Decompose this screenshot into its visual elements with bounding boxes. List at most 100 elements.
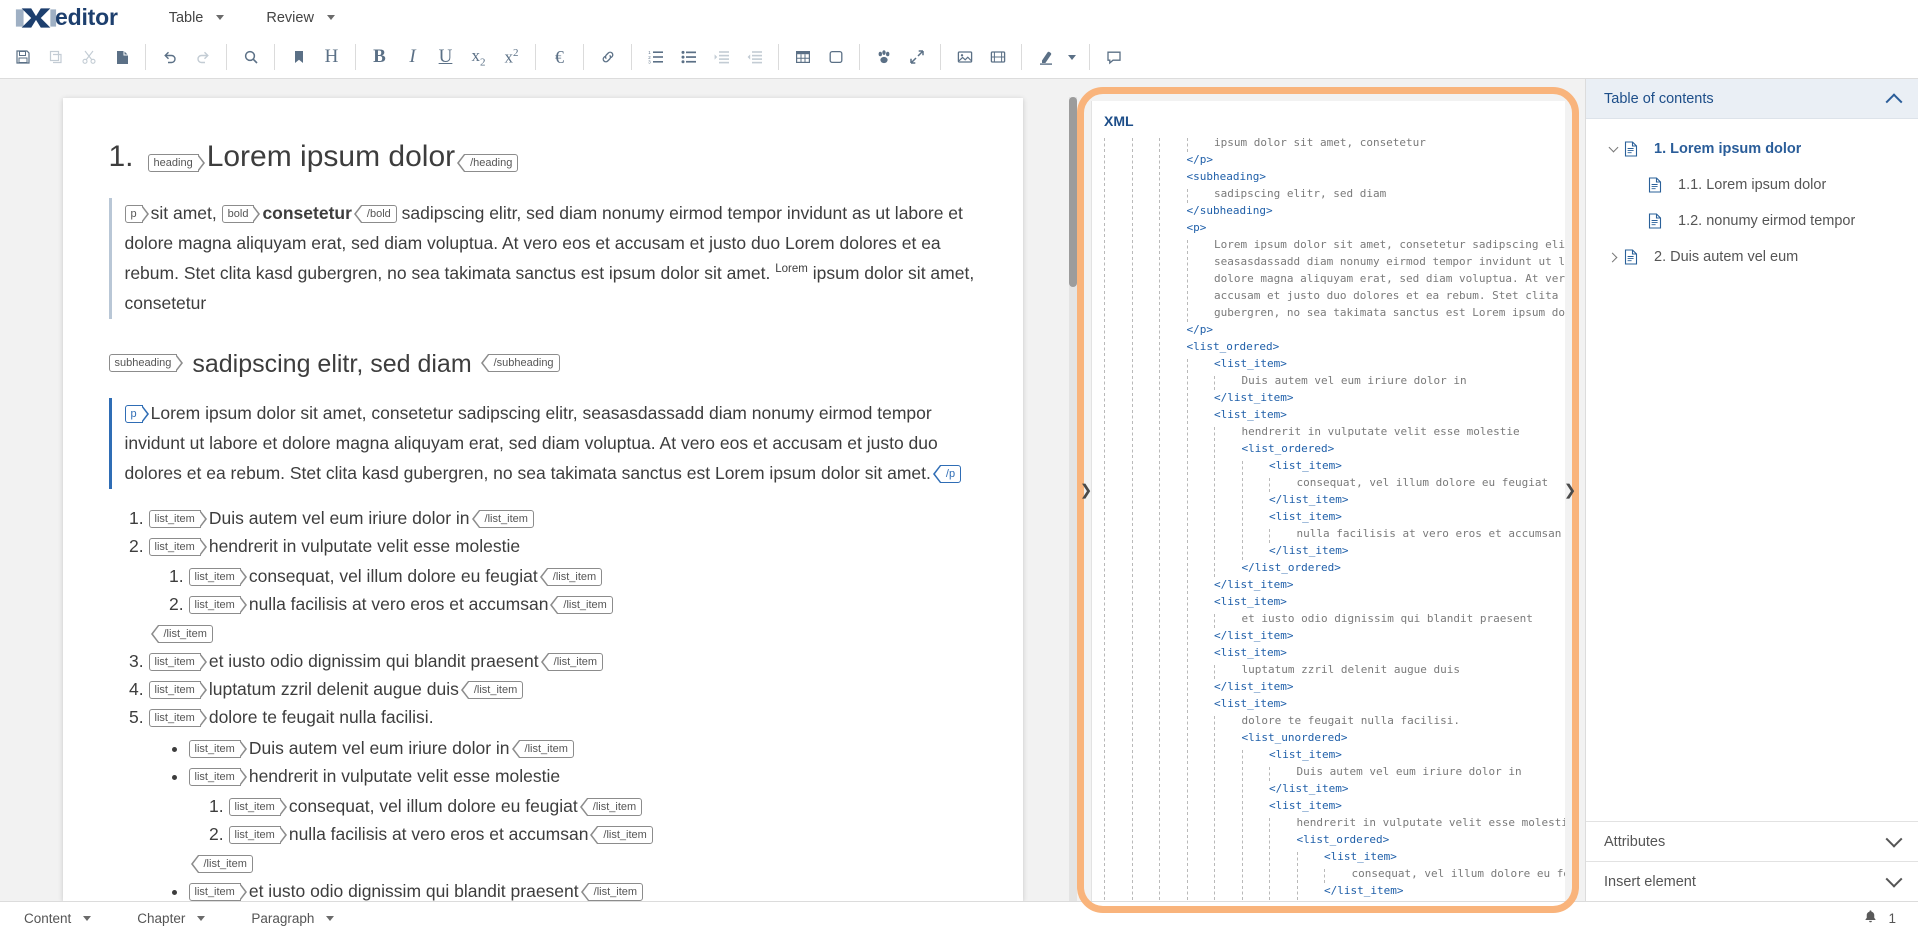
outdent-button[interactable] — [738, 42, 771, 72]
highlight-color-dropdown[interactable] — [1062, 42, 1082, 72]
link-button[interactable] — [591, 42, 624, 72]
tag-p-close-selected[interactable]: /p — [932, 465, 962, 484]
tag-subheading-close[interactable]: /subheading — [480, 353, 560, 372]
heading-button[interactable]: H — [315, 42, 348, 72]
tag-list-item-close[interactable]: /list_item — [590, 826, 653, 845]
subheading-1[interactable]: subheading sadipscing elitr, sed diam /s… — [108, 349, 977, 380]
tag-list-item-close[interactable]: /list_item — [540, 652, 604, 671]
tag-list-item-open[interactable]: list_item — [148, 509, 208, 528]
document-page[interactable]: 1. heading Lorem ipsum dolor /heading ps… — [62, 98, 1023, 901]
tag-list-item-open[interactable]: list_item — [228, 798, 288, 817]
subscript-button[interactable]: x2 — [462, 42, 495, 72]
status-item-chapter[interactable]: Chapter — [137, 911, 206, 926]
chevron-right-icon[interactable] — [1602, 252, 1624, 262]
tag-heading-close[interactable]: /heading — [457, 154, 519, 172]
xml-panel[interactable]: XML ipsum dolor sit amet, consetetur </p… — [1091, 101, 1565, 901]
tag-subheading-open[interactable]: subheading — [108, 353, 184, 372]
tag-list-item-open[interactable]: list_item — [188, 767, 248, 786]
toc-item-2[interactable]: 1.2. nonumy eirmod tempor — [1586, 203, 1918, 239]
comment-button[interactable] — [1097, 42, 1130, 72]
tag-list-item-close[interactable]: /list_item — [579, 798, 643, 817]
italic-button[interactable]: I — [396, 42, 429, 72]
heading-1[interactable]: 1. heading Lorem ipsum dolor /heading — [109, 138, 977, 176]
tag-list-item-close[interactable]: /list_item — [550, 596, 613, 615]
redo-button[interactable] — [186, 42, 219, 72]
insert-image-button[interactable] — [948, 42, 981, 72]
tag-list-item-close[interactable]: /list_item — [471, 509, 534, 528]
toc-item-1[interactable]: 1.1. Lorem ipsum dolor — [1586, 167, 1918, 203]
list-item[interactable]: list_itemhendrerit in vulputate velit es… — [188, 763, 977, 876]
list-item[interactable]: list_itemconsequat, vel illum dolore eu … — [228, 793, 977, 819]
list-item[interactable]: list_itemnulla facilisis at vero eros et… — [188, 591, 977, 617]
tag-list-item-open[interactable]: list_item — [148, 709, 208, 728]
paragraph-2[interactable]: p Lorem ipsum dolor sit amet, consetetur … — [108, 397, 977, 489]
bookmark-button[interactable] — [282, 42, 315, 72]
tag-list-item-open[interactable]: list_item — [228, 826, 288, 845]
insert-table-button[interactable] — [786, 42, 819, 72]
attributes-panel-header[interactable]: Attributes — [1586, 821, 1918, 861]
xml-source-code[interactable]: ipsum dolor sit amet, consetetur </p> <s… — [1092, 135, 1565, 901]
tag-bold-open[interactable]: bold — [221, 204, 261, 223]
chevron-up-icon[interactable] — [1885, 92, 1903, 110]
tag-list-item-open[interactable]: list_item — [188, 882, 248, 901]
insert-video-button[interactable] — [981, 42, 1014, 72]
tag-list-item-open[interactable]: list_item — [148, 681, 208, 700]
paste-button[interactable] — [105, 42, 138, 72]
cut-button[interactable] — [72, 42, 105, 72]
underline-button[interactable]: U — [429, 42, 462, 72]
chevron-down-icon[interactable] — [1885, 830, 1903, 848]
tag-list-item-open[interactable]: list_item — [148, 537, 208, 556]
fullscreen-button[interactable] — [900, 42, 933, 72]
tag-list-item-close[interactable]: /list_item — [190, 854, 253, 873]
tag-bold-close[interactable]: /bold — [353, 204, 397, 223]
list-item[interactable]: list_itemet iusto odio dignissim qui bla… — [148, 648, 977, 674]
list-item[interactable]: list_itemdolore te feugait nulla facilis… — [148, 704, 977, 901]
tag-list-item-open[interactable]: list_item — [188, 568, 248, 587]
bold-button[interactable]: B — [363, 42, 396, 72]
tag-list-item-close[interactable]: /list_item — [150, 624, 213, 643]
undo-button[interactable] — [153, 42, 186, 72]
track-changes-button[interactable] — [867, 42, 900, 72]
document-scrollbar-thumb[interactable] — [1069, 97, 1077, 287]
list-item[interactable]: list_itemnulla facilisis at vero eros et… — [228, 821, 977, 847]
menu-item-review[interactable]: Review — [257, 10, 344, 26]
tag-list-item-open[interactable]: list_item — [188, 596, 248, 615]
list-item[interactable]: list_itemet iusto odio dignissim qui bla… — [188, 878, 977, 901]
tag-p-open-selected[interactable]: p — [124, 404, 149, 423]
indent-button[interactable] — [705, 42, 738, 72]
toc-panel-header[interactable]: Table of contents — [1586, 79, 1918, 119]
toc-item-3[interactable]: 2. Duis autem vel eum — [1586, 239, 1918, 275]
collapse-right-handle[interactable]: ❯ — [1563, 479, 1577, 501]
list-item[interactable]: list_itemluptatum zzril delenit augue du… — [148, 676, 977, 702]
save-button[interactable] — [6, 42, 39, 72]
search-button[interactable] — [234, 42, 267, 72]
chevron-down-icon[interactable] — [1602, 142, 1624, 154]
bell-icon[interactable] — [1863, 909, 1878, 927]
list-item[interactable]: list_itemhendrerit in vulputate velit es… — [148, 533, 977, 646]
list-item[interactable]: list_itemDuis autem vel eum iriure dolor… — [148, 505, 977, 531]
tag-list-item-close[interactable]: /list_item — [511, 739, 574, 758]
list-item[interactable]: list_itemconsequat, vel illum dolore eu … — [188, 563, 977, 589]
chevron-down-icon[interactable] — [1885, 870, 1903, 888]
tag-list-item-close[interactable]: /list_item — [539, 568, 603, 587]
ordered-list-button[interactable]: 123 — [639, 42, 672, 72]
tag-list-item-open[interactable]: list_item — [188, 739, 248, 758]
status-item-content[interactable]: Content — [24, 911, 92, 926]
toc-item-0[interactable]: 1. Lorem ipsum dolor — [1586, 131, 1918, 167]
insert-box-button[interactable] — [819, 42, 852, 72]
tag-list-item-close[interactable]: /list_item — [460, 681, 524, 700]
tag-list-item-open[interactable]: list_item — [148, 652, 208, 671]
paragraph-1[interactable]: p sit amet, bold consetetur/bold sadipscin… — [108, 197, 977, 319]
copy-button[interactable] — [39, 42, 72, 72]
tag-heading-open[interactable]: heading — [147, 154, 205, 172]
collapse-left-handle[interactable]: ❯ — [1079, 479, 1093, 501]
special-character-button[interactable]: € — [543, 42, 576, 72]
status-item-paragraph[interactable]: Paragraph — [251, 911, 335, 926]
unordered-list-button[interactable] — [672, 42, 705, 72]
list-item[interactable]: list_itemDuis autem vel eum iriure dolor… — [188, 735, 977, 761]
superscript-button[interactable]: x2 — [495, 42, 528, 72]
tag-p-open[interactable]: p — [124, 204, 149, 223]
menu-item-table[interactable]: Table — [160, 10, 234, 26]
tag-list-item-close[interactable]: /list_item — [580, 882, 644, 901]
insert-element-panel-header[interactable]: Insert element — [1586, 861, 1918, 901]
